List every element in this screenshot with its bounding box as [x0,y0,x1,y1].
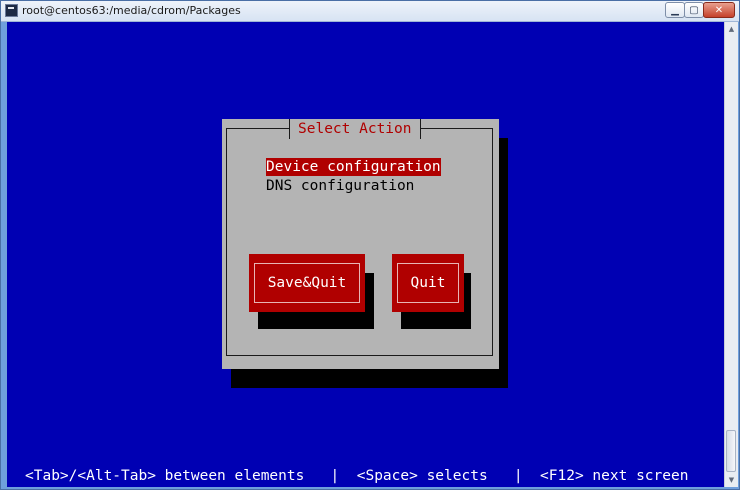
close-icon: ✕ [714,4,724,16]
dialog-title: Select Action [289,119,421,139]
quit-button[interactable]: Quit [392,254,464,312]
save-quit-button-label: Save&Quit [267,275,347,291]
maximize-icon: ▢ [689,4,699,16]
scrollbar-thumb[interactable] [726,430,736,472]
vertical-scrollbar[interactable]: ▲ ▼ [724,22,738,487]
save-quit-button[interactable]: Save&Quit [249,254,365,312]
maximize-button[interactable]: ▢ [684,2,704,18]
quit-button-label: Quit [410,275,446,291]
help-status-line: <Tab>/<Alt-Tab> between elements | <Spac… [25,468,689,484]
terminal-app-icon [5,4,18,17]
terminal-window: root@centos63:/media/cdrom/Packages ▁ ▢ … [0,0,740,490]
list-item-dns-configuration[interactable]: DNS configuration [266,177,414,195]
select-action-dialog: Select Action Device configuration DNS c… [222,119,499,369]
title-bar[interactable]: root@centos63:/media/cdrom/Packages ▁ ▢ … [1,1,739,22]
scroll-down-icon[interactable]: ▼ [726,474,737,486]
minimize-icon: ▁ [671,4,679,16]
list-item-device-configuration[interactable]: Device configuration [266,158,441,176]
scroll-up-icon[interactable]: ▲ [726,23,737,35]
close-button[interactable]: ✕ [703,2,735,18]
minimize-button[interactable]: ▁ [665,2,685,18]
window-title: root@centos63:/media/cdrom/Packages [22,4,241,17]
terminal-screen[interactable]: Select Action Device configuration DNS c… [7,22,724,487]
